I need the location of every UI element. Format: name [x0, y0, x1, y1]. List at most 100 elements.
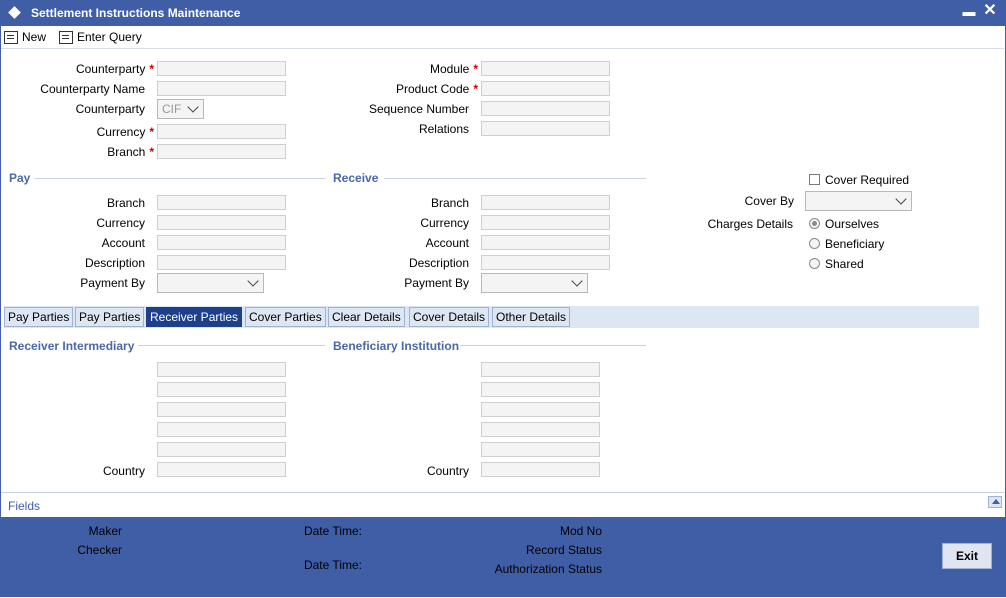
cover-by-label: Cover By	[744, 194, 794, 208]
audit-footer	[1, 517, 1005, 596]
maker-label: Maker	[88, 524, 122, 538]
receiver-intermediary-line-3[interactable]	[157, 402, 286, 417]
beneficiary-institution-line-3[interactable]	[481, 402, 600, 417]
pay-branch-label: Branch	[106, 196, 145, 210]
counterparty-label: Counterparty *	[75, 62, 154, 76]
receiver-intermediary-title: Receiver Intermediary	[9, 339, 135, 353]
pay-section-divider	[35, 178, 325, 179]
receive-description-input[interactable]	[481, 255, 610, 270]
receive-currency-input[interactable]	[481, 215, 610, 230]
pay-section-title: Pay	[9, 171, 31, 185]
beneficiary-institution-line-1[interactable]	[481, 362, 600, 377]
module-input[interactable]	[481, 61, 610, 76]
receiver-intermediary-line-2[interactable]	[157, 382, 286, 397]
receive-account-label: Account	[425, 236, 469, 250]
pay-account-input[interactable]	[157, 235, 286, 250]
pay-currency-input[interactable]	[157, 215, 286, 230]
charges-beneficiary-radio[interactable]	[809, 238, 820, 249]
receive-section-divider	[384, 178, 646, 179]
chevron-down-icon	[571, 275, 583, 287]
new-button-label: New	[22, 30, 47, 44]
beneficiary-institution-divider	[460, 345, 646, 346]
receiver-intermediary-country-input[interactable]	[157, 462, 286, 477]
tab-other-details[interactable]: Other Details	[492, 307, 571, 327]
toolbar	[1, 26, 1004, 49]
checker-date-time-label: Date Time:	[303, 558, 362, 572]
charges-details-label: Charges Details	[707, 217, 793, 231]
tab-clear-details[interactable]: Clear Details	[328, 307, 405, 327]
beneficiary-institution-line-5[interactable]	[481, 442, 600, 457]
receiver-intermediary-line-5[interactable]	[157, 442, 286, 457]
app-diamond-icon	[8, 6, 21, 19]
receiver-intermediary-divider	[138, 345, 325, 346]
required-mark: *	[149, 145, 154, 159]
query-icon	[59, 30, 73, 44]
pay-currency-label: Currency	[96, 216, 145, 230]
beneficiary-institution-line-4[interactable]	[481, 422, 600, 437]
title-bar: Settlement Instructions Maintenance ▬ ✕	[0, 0, 1006, 26]
beneficiary-institution-line-2[interactable]	[481, 382, 600, 397]
charges-ourselves-radio[interactable]	[809, 218, 820, 229]
sequence-number-input[interactable]	[481, 101, 610, 116]
counterparty-type-label: Counterparty	[75, 102, 145, 116]
product-code-label: Product Code *	[395, 82, 478, 96]
mod-no-label: Mod No	[559, 524, 602, 538]
record-status-label: Record Status	[525, 543, 602, 557]
beneficiary-institution-country-input[interactable]	[481, 462, 600, 477]
counterparty-name-input[interactable]	[157, 81, 286, 96]
required-mark: *	[149, 125, 154, 139]
cover-required-checkbox[interactable]	[809, 174, 820, 185]
pay-description-input[interactable]	[157, 255, 286, 270]
new-document-icon	[4, 30, 18, 44]
tab-pay-parties-2[interactable]: Pay Parties	[75, 307, 145, 327]
pay-payment-by-label: Payment By	[80, 276, 145, 290]
cover-required-label: Cover Required	[825, 173, 910, 187]
receiver-intermediary-line-4[interactable]	[157, 422, 286, 437]
pay-payment-by-select[interactable]	[157, 273, 264, 293]
counterparty-input[interactable]	[157, 61, 286, 76]
receive-payment-by-label: Payment By	[404, 276, 469, 290]
authorization-status-label: Authorization Status	[494, 562, 602, 576]
relations-label: Relations	[418, 122, 469, 136]
tab-receiver-parties[interactable]: Receiver Parties	[146, 307, 243, 327]
close-icon[interactable]: ✕	[982, 3, 998, 21]
receiver-intermediary-line-1[interactable]	[157, 362, 286, 377]
enter-query-button[interactable]: Enter Query	[59, 28, 142, 46]
charges-ourselves-label: Ourselves	[825, 217, 880, 231]
currency-input[interactable]	[157, 124, 286, 139]
counterparty-type-select[interactable]: CIF	[157, 99, 204, 119]
counterparty-name-label: Counterparty Name	[40, 82, 145, 96]
currency-label: Currency *	[96, 125, 154, 139]
receive-branch-label: Branch	[430, 196, 469, 210]
module-label: Module *	[429, 62, 478, 76]
branch-input[interactable]	[157, 144, 286, 159]
new-button[interactable]: New	[4, 28, 46, 46]
checker-label: Checker	[77, 543, 122, 557]
fields-link[interactable]: Fields	[8, 499, 40, 513]
exit-button[interactable]: Exit	[942, 543, 992, 569]
pay-account-label: Account	[101, 236, 145, 250]
pay-branch-input[interactable]	[157, 195, 286, 210]
tab-cover-parties[interactable]: Cover Parties	[245, 307, 326, 327]
collapse-up-icon[interactable]	[988, 496, 1002, 508]
receive-section-title: Receive	[333, 171, 379, 185]
tab-cover-details[interactable]: Cover Details	[409, 307, 490, 327]
receiver-intermediary-country-label: Country	[102, 464, 145, 478]
maker-date-time-label: Date Time:	[303, 524, 362, 538]
required-mark: *	[473, 62, 478, 76]
charges-shared-radio[interactable]	[809, 258, 820, 269]
cover-by-select[interactable]	[805, 191, 912, 211]
charges-shared-label: Shared	[825, 257, 864, 271]
fields-bar: Fields	[1, 492, 1004, 518]
product-code-input[interactable]	[481, 81, 610, 96]
chevron-down-icon	[895, 193, 907, 205]
sequence-number-label: Sequence Number	[368, 102, 469, 116]
chevron-down-icon	[247, 275, 259, 287]
minimize-icon[interactable]: ▬	[962, 5, 976, 20]
relations-input[interactable]	[481, 121, 610, 136]
tab-pay-parties-1[interactable]: Pay Parties	[4, 307, 74, 327]
receive-account-input[interactable]	[481, 235, 610, 250]
receive-payment-by-select[interactable]	[481, 273, 588, 293]
receive-description-label: Description	[408, 256, 469, 270]
receive-branch-input[interactable]	[481, 195, 610, 210]
